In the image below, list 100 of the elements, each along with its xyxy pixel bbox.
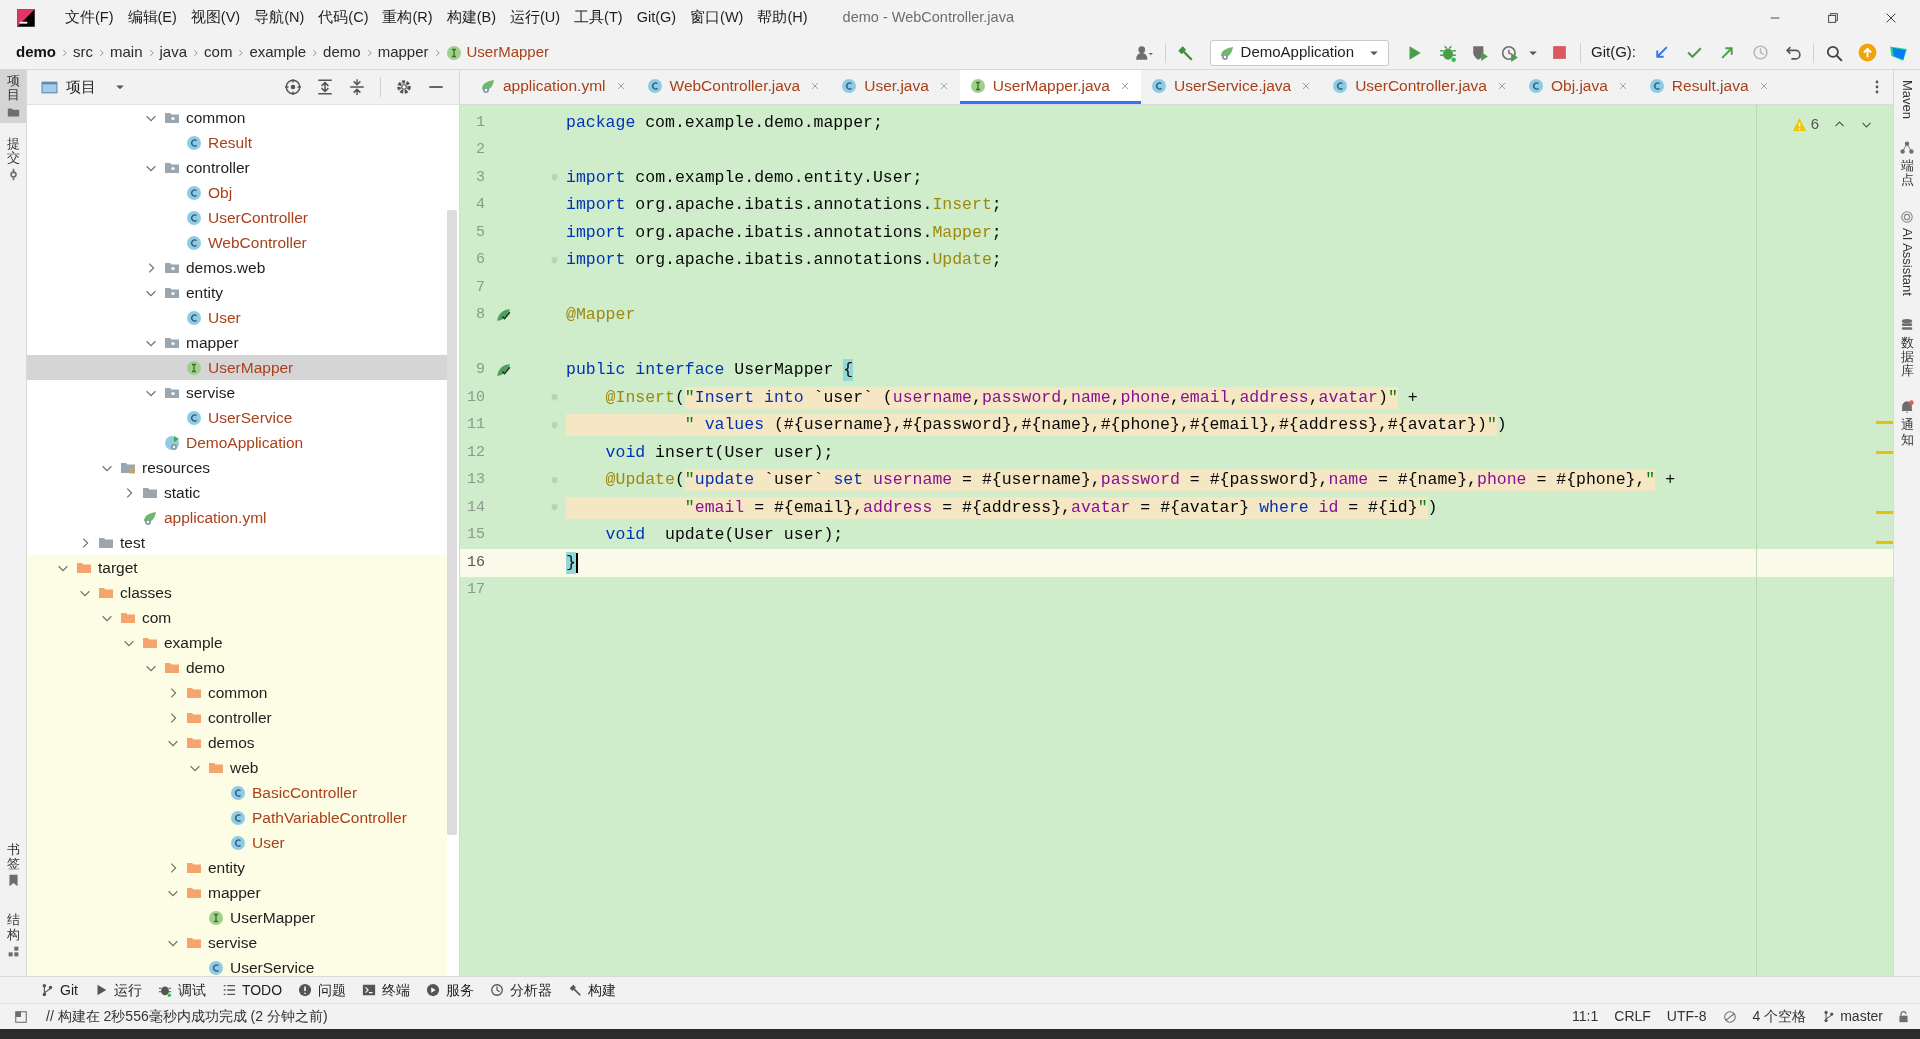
tree-item[interactable]: test	[27, 530, 447, 555]
breadcrumb-item[interactable]: mapper	[375, 41, 431, 64]
menu-item[interactable]: 视图(V)	[183, 4, 248, 32]
tool-window-button[interactable]: 运行	[93, 979, 142, 1001]
status-bar-item[interactable]: master	[1822, 1006, 1883, 1027]
settings-icon[interactable]	[395, 78, 413, 96]
tool-window-button[interactable]: 分析器	[490, 979, 553, 1001]
lock-icon[interactable]	[1897, 1010, 1910, 1023]
tree-item[interactable]: resources	[27, 455, 447, 480]
tree-item[interactable]: common	[27, 680, 447, 705]
tree-item[interactable]: User	[27, 830, 447, 855]
tool-window-tab[interactable]: 书签	[0, 838, 26, 892]
tree-item[interactable]: com	[27, 605, 447, 630]
status-bar-item[interactable]: 4 个空格	[1752, 1006, 1807, 1027]
fold-marker-icon[interactable]	[550, 392, 559, 404]
breadcrumb-item[interactable]: UserMapper	[443, 41, 552, 64]
tool-window-tab[interactable]: AI Assistant	[1897, 209, 1917, 296]
tool-window-button[interactable]: 服务	[426, 979, 475, 1001]
tool-window-button[interactable]: 构建	[568, 979, 617, 1001]
breadcrumb-item[interactable]: example	[247, 41, 309, 64]
tree-item[interactable]: DemoApplication	[27, 430, 447, 455]
tree-item[interactable]: entity	[27, 855, 447, 880]
tool-window-button[interactable]: 终端	[362, 979, 411, 1001]
editor-tab[interactable]: application.yml	[470, 70, 637, 104]
tool-window-tab[interactable]: 数据库	[1900, 317, 1914, 379]
fold-marker-icon[interactable]	[550, 474, 559, 486]
project-view-dropdown[interactable]: 项目	[41, 75, 126, 99]
collapse-all-icon[interactable]	[348, 78, 366, 96]
editor-tab[interactable]: WebController.java	[636, 70, 832, 104]
breadcrumb-item[interactable]: demo	[321, 41, 363, 64]
menu-item[interactable]: 运行(U)	[502, 4, 568, 32]
tool-window-button[interactable]: TODO	[221, 979, 283, 1001]
fold-marker-icon[interactable]	[550, 502, 559, 514]
scrollbar-thumb[interactable]	[447, 210, 457, 835]
tree-item[interactable]: UserMapper	[27, 905, 447, 930]
tool-window-tab[interactable]: Maven	[1897, 80, 1917, 120]
editor-tab[interactable]: UserController.java	[1322, 70, 1518, 104]
tool-window-button[interactable]: 问题	[298, 979, 347, 1001]
tree-item[interactable]: UserService	[27, 955, 447, 976]
menu-item[interactable]: 代码(C)	[311, 4, 376, 32]
tree-item[interactable]: common	[27, 105, 447, 130]
tree-item[interactable]: Result	[27, 130, 447, 155]
tree-item[interactable]: BasicController	[27, 780, 447, 805]
tree-item[interactable]: example	[27, 630, 447, 655]
clock-run-icon[interactable]	[1499, 43, 1521, 62]
menu-item[interactable]: 构建(B)	[439, 4, 503, 32]
tool-window-button[interactable]: 调试	[157, 979, 206, 1001]
tree-item[interactable]: UserService	[27, 405, 447, 430]
tree-item[interactable]: demos.web	[27, 255, 447, 280]
tree-item[interactable]: UserController	[27, 205, 447, 230]
tree-item[interactable]: target	[27, 555, 447, 580]
menu-item[interactable]: 编辑(E)	[120, 4, 184, 32]
breadcrumb-item[interactable]: main	[108, 41, 145, 64]
tree-item[interactable]: demo	[27, 655, 447, 680]
tree-item[interactable]: static	[27, 480, 447, 505]
fold-marker-icon[interactable]	[550, 172, 559, 184]
menu-item[interactable]: 文件(F)	[58, 4, 121, 32]
status-bar-item[interactable]: UTF-8	[1666, 1006, 1707, 1027]
crosshair-icon[interactable]	[284, 78, 302, 96]
breadcrumb-item[interactable]: demo	[14, 41, 58, 64]
tree-item[interactable]: controller	[27, 705, 447, 730]
tool-window-tab[interactable]: 提交	[0, 132, 26, 186]
editor-tab[interactable]: Result.java	[1638, 70, 1780, 104]
tree-item[interactable]: web	[27, 755, 447, 780]
menu-item[interactable]: 窗口(W)	[683, 4, 751, 32]
fold-marker-icon[interactable]	[550, 419, 559, 431]
tree-item[interactable]: mapper	[27, 330, 447, 355]
tree-item[interactable]: mapper	[27, 880, 447, 905]
breadcrumb-item[interactable]: src	[71, 41, 95, 64]
tree-item[interactable]: PathVariableController	[27, 805, 447, 830]
breadcrumb-item[interactable]: java	[157, 41, 190, 64]
editor-tab[interactable]: User.java	[831, 70, 960, 104]
editor-tab[interactable]: Obj.java	[1517, 70, 1639, 104]
menu-item[interactable]: 导航(N)	[247, 4, 312, 32]
bird-check-icon[interactable]	[495, 361, 512, 379]
tree-item[interactable]: entity	[27, 280, 447, 305]
tree-item[interactable]: WebController	[27, 230, 447, 255]
tool-window-tab[interactable]: 端点	[1900, 141, 1914, 188]
warnings-indicator[interactable]: 6	[1791, 113, 1819, 136]
run-configuration-dropdown[interactable]: DemoApplication	[1209, 39, 1389, 66]
panel-toggle-icon[interactable]	[14, 1009, 28, 1024]
tree-item[interactable]: UserMapper	[27, 355, 447, 380]
tree-item[interactable]: classes	[27, 580, 447, 605]
menu-item[interactable]: Git(G)	[629, 4, 684, 32]
menu-item[interactable]: 重构(R)	[375, 4, 440, 32]
fold-marker-icon[interactable]	[550, 254, 559, 266]
tree-item[interactable]: servise	[27, 380, 447, 405]
tool-window-tab[interactable]: 通知	[1900, 400, 1914, 448]
tree-item[interactable]: Obj	[27, 180, 447, 205]
tree-item[interactable]: application.yml	[27, 505, 447, 530]
tool-window-tab[interactable]: 结构	[0, 909, 26, 962]
status-bar-item[interactable]: 11:1	[1572, 1006, 1599, 1027]
bird-check-icon[interactable]	[495, 306, 512, 324]
editor-tab[interactable]: UserService.java	[1141, 70, 1323, 104]
tree-item[interactable]: User	[27, 305, 447, 330]
tree-item[interactable]: servise	[27, 930, 447, 955]
inspection-off-icon[interactable]	[1722, 1009, 1737, 1024]
menu-item[interactable]: 工具(T)	[567, 4, 630, 32]
tool-window-tab[interactable]: 项目	[0, 70, 26, 123]
tree-item[interactable]: demos	[27, 730, 447, 755]
